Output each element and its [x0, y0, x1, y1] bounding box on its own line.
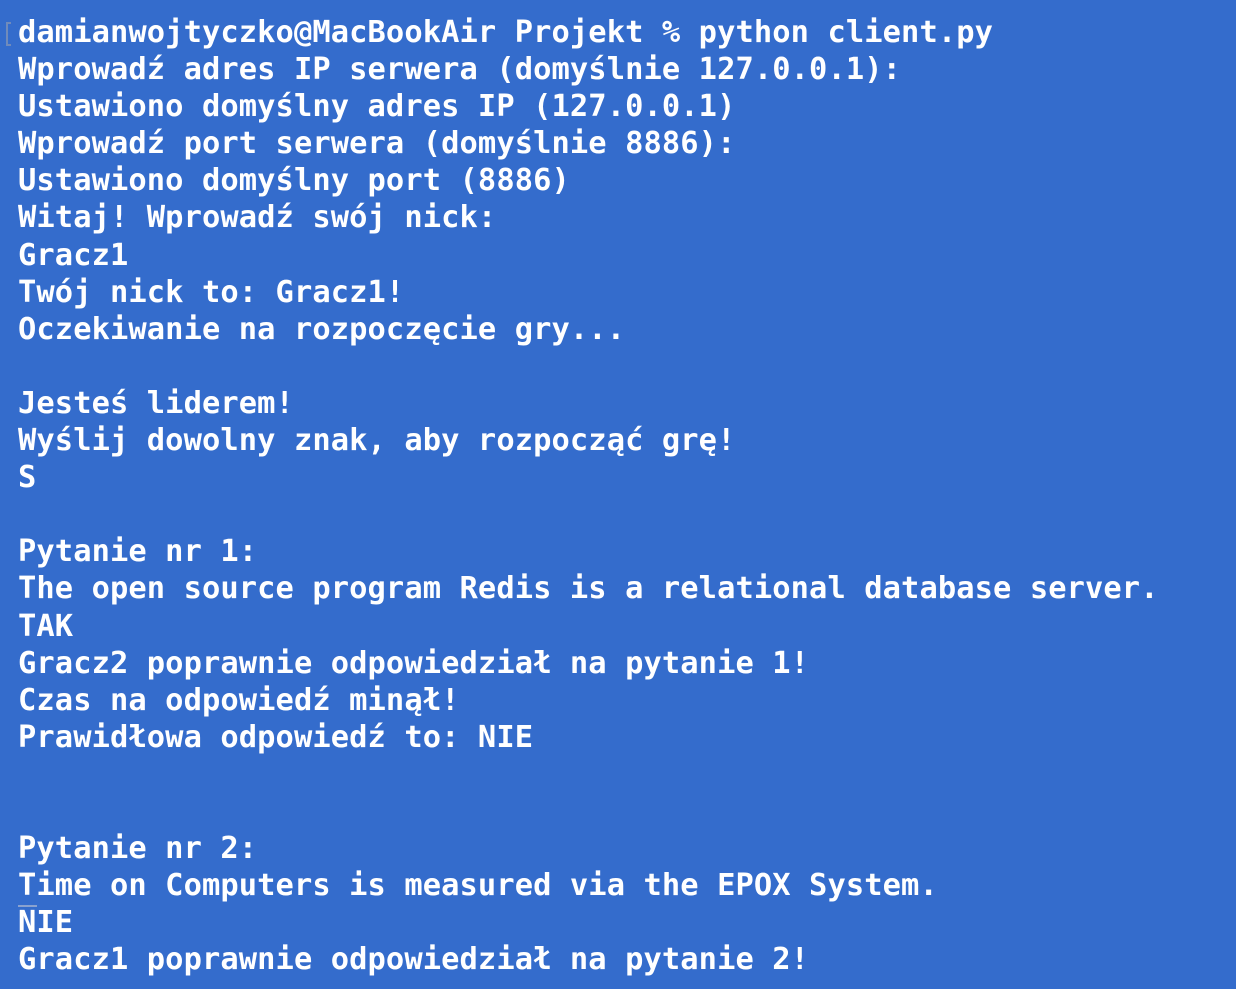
- terminal-line-user-input: Gracz1: [18, 237, 129, 273]
- terminal-line: Wprowadź port serwera (domyślnie 8886):: [18, 126, 736, 162]
- terminal-line: Twój nick to: Gracz1!: [18, 274, 405, 310]
- terminal-line: Gracz2 poprawnie odpowiedział na pytanie…: [18, 645, 810, 681]
- terminal-line-question-header: Pytanie nr 2:: [18, 831, 258, 867]
- terminal-line-question-header: Pytanie nr 1:: [18, 534, 258, 570]
- terminal-line-user-input: S: [18, 460, 37, 496]
- terminal-line: Prawidłowa odpowiedź to: NIE: [18, 719, 534, 755]
- terminal-line: Ustawiono domyślny adres IP (127.0.0.1): [18, 89, 736, 125]
- terminal-line: Oczekiwanie na rozpoczęcie gry...: [18, 311, 626, 347]
- terminal-line: Gracz1 poprawnie odpowiedział na pytanie…: [18, 942, 810, 978]
- terminal-line-prompt-command: damianwojtyczko@MacBookAir Projekt % pyt…: [18, 15, 994, 50]
- terminal-line: Ustawiono domyślny port (8886): [18, 163, 570, 199]
- terminal-line-user-input: NIE: [18, 905, 74, 941]
- terminal-line: Czas na odpowiedź minął!: [18, 682, 460, 718]
- terminal-line: Witaj! Wprowadź swój nick:: [18, 200, 497, 236]
- terminal-line-question: The open source program Redis is a relat…: [18, 571, 1159, 607]
- terminal-line: Jesteś liderem!: [18, 385, 294, 421]
- terminal-window[interactable]: damianwojtyczko@MacBookAir Projekt % pyt…: [0, 0, 1236, 989]
- mark-bracket: [6, 22, 11, 46]
- terminal-line: Wyślij dowolny znak, aby rozpocząć grę!: [18, 423, 736, 459]
- terminal-line-question: Time on Computers is measured via the EP…: [18, 868, 938, 904]
- terminal-line-user-input: TAK: [18, 608, 74, 644]
- cursor-indicator: [18, 905, 37, 907]
- terminal-line: Wprowadź adres IP serwera (domyślnie 127…: [18, 52, 902, 88]
